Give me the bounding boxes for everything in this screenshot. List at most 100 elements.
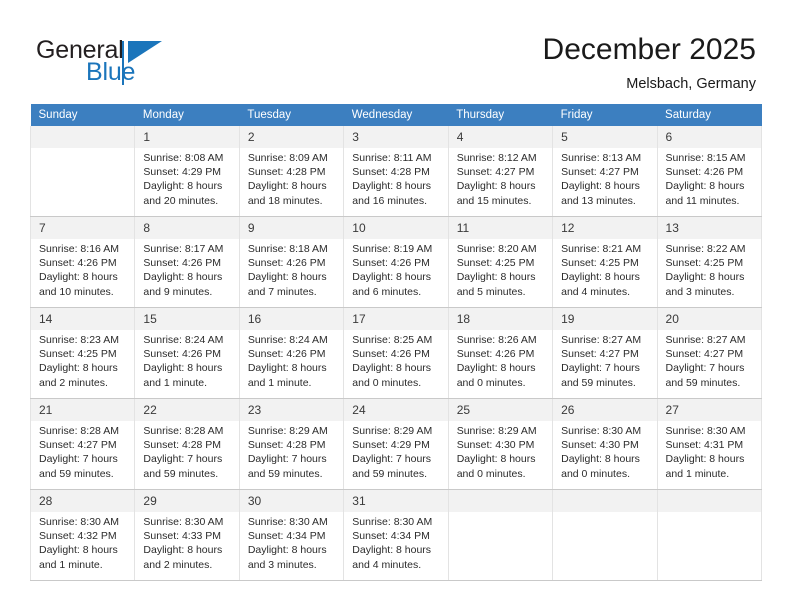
day-info: Sunrise: 8:30 AM Sunset: 4:34 PM Dayligh… xyxy=(240,512,343,572)
day-cell[interactable]: 29 Sunrise: 8:30 AM Sunset: 4:33 PM Dayl… xyxy=(134,489,240,581)
day-number: 12 xyxy=(553,217,657,239)
sunset-text: Sunset: 4:25 PM xyxy=(665,257,744,270)
day-cell[interactable]: 9 Sunrise: 8:18 AM Sunset: 4:26 PM Dayli… xyxy=(238,216,345,308)
day-number xyxy=(31,126,135,148)
day-number: 5 xyxy=(553,126,657,148)
day-cell[interactable]: 11 Sunrise: 8:20 AM Sunset: 4:25 PM Dayl… xyxy=(447,216,554,308)
daylight-text-line1: Daylight: 8 hours xyxy=(143,180,223,193)
day-cell[interactable] xyxy=(447,489,554,581)
day-cell[interactable]: 6 Sunrise: 8:15 AM Sunset: 4:26 PM Dayli… xyxy=(656,126,763,217)
day-cell[interactable]: 3 Sunrise: 8:11 AM Sunset: 4:28 PM Dayli… xyxy=(343,126,449,217)
day-info xyxy=(31,148,134,151)
day-cell[interactable] xyxy=(656,489,763,581)
day-cell[interactable]: 8 Sunrise: 8:17 AM Sunset: 4:26 PM Dayli… xyxy=(134,216,240,308)
sunrise-text: Sunrise: 8:19 AM xyxy=(352,243,433,255)
sunrise-text: Sunrise: 8:30 AM xyxy=(143,516,224,528)
daylight-text-line2: and 9 minutes. xyxy=(143,285,213,298)
daylight-text-line2: and 2 minutes. xyxy=(39,376,108,389)
day-info: Sunrise: 8:21 AM Sunset: 4:25 PM Dayligh… xyxy=(553,239,656,299)
day-cell[interactable]: 18 Sunrise: 8:26 AM Sunset: 4:26 PM Dayl… xyxy=(447,307,554,399)
day-cell[interactable]: 2 Sunrise: 8:09 AM Sunset: 4:28 PM Dayli… xyxy=(238,126,345,217)
day-cell[interactable]: 17 Sunrise: 8:25 AM Sunset: 4:26 PM Dayl… xyxy=(343,307,449,399)
day-info: Sunrise: 8:18 AM Sunset: 4:26 PM Dayligh… xyxy=(240,239,343,299)
day-number: 21 xyxy=(31,399,135,421)
day-cell[interactable]: 12 Sunrise: 8:21 AM Sunset: 4:25 PM Dayl… xyxy=(552,216,658,308)
daylight-text-line2: and 2 minutes. xyxy=(143,558,213,571)
day-cell[interactable]: 30 Sunrise: 8:30 AM Sunset: 4:34 PM Dayl… xyxy=(238,489,345,581)
sunrise-text: Sunrise: 8:25 AM xyxy=(352,334,433,346)
sunset-text: Sunset: 4:27 PM xyxy=(665,348,744,361)
daylight-text-line1: Daylight: 7 hours xyxy=(143,453,223,466)
daylight-text-line1: Daylight: 8 hours xyxy=(352,180,432,193)
calendar-week-row: 7 Sunrise: 8:16 AM Sunset: 4:26 PM Dayli… xyxy=(29,216,763,308)
daylight-text-line2: and 6 minutes. xyxy=(352,285,422,298)
day-cell[interactable]: 10 Sunrise: 8:19 AM Sunset: 4:26 PM Dayl… xyxy=(343,216,449,308)
sunset-text: Sunset: 4:27 PM xyxy=(39,439,117,452)
day-cell[interactable]: 5 Sunrise: 8:13 AM Sunset: 4:27 PM Dayli… xyxy=(552,126,658,217)
day-cell[interactable]: 7 Sunrise: 8:16 AM Sunset: 4:26 PM Dayli… xyxy=(29,216,136,308)
day-cell[interactable]: 27 Sunrise: 8:30 AM Sunset: 4:31 PM Dayl… xyxy=(656,398,763,490)
day-info: Sunrise: 8:13 AM Sunset: 4:27 PM Dayligh… xyxy=(553,148,656,208)
weekday-header-wednesday: Wednesday xyxy=(343,104,449,126)
day-cell[interactable]: 15 Sunrise: 8:24 AM Sunset: 4:26 PM Dayl… xyxy=(134,307,240,399)
day-info: Sunrise: 8:11 AM Sunset: 4:28 PM Dayligh… xyxy=(344,148,447,208)
daylight-text-line1: Daylight: 7 hours xyxy=(561,362,640,375)
sunrise-text: Sunrise: 8:30 AM xyxy=(247,516,328,528)
day-number: 28 xyxy=(31,490,135,512)
daylight-text-line1: Daylight: 8 hours xyxy=(456,180,536,193)
daylight-text-line2: and 0 minutes. xyxy=(456,467,526,480)
daylight-text-line1: Daylight: 8 hours xyxy=(456,362,536,375)
weekday-header-saturday: Saturday xyxy=(657,104,762,126)
day-cell[interactable] xyxy=(552,489,658,581)
day-cell[interactable]: 16 Sunrise: 8:24 AM Sunset: 4:26 PM Dayl… xyxy=(238,307,345,399)
day-info: Sunrise: 8:08 AM Sunset: 4:29 PM Dayligh… xyxy=(135,148,238,208)
day-cell[interactable]: 1 Sunrise: 8:08 AM Sunset: 4:29 PM Dayli… xyxy=(134,126,240,217)
day-info: Sunrise: 8:20 AM Sunset: 4:25 PM Dayligh… xyxy=(449,239,552,299)
daylight-text-line2: and 18 minutes. xyxy=(247,194,323,207)
day-cell[interactable] xyxy=(29,126,136,217)
day-cell[interactable]: 23 Sunrise: 8:29 AM Sunset: 4:28 PM Dayl… xyxy=(238,398,345,490)
calendar-grid: Sunday Monday Tuesday Wednesday Thursday… xyxy=(29,104,763,581)
daylight-text-line2: and 16 minutes. xyxy=(352,194,427,207)
day-cell[interactable]: 25 Sunrise: 8:29 AM Sunset: 4:30 PM Dayl… xyxy=(447,398,554,490)
day-info: Sunrise: 8:28 AM Sunset: 4:27 PM Dayligh… xyxy=(31,421,134,481)
day-number xyxy=(657,490,761,512)
daylight-text-line1: Daylight: 8 hours xyxy=(247,180,327,193)
day-number: 1 xyxy=(135,126,239,148)
day-cell[interactable]: 22 Sunrise: 8:28 AM Sunset: 4:28 PM Dayl… xyxy=(134,398,240,490)
day-info: Sunrise: 8:16 AM Sunset: 4:26 PM Dayligh… xyxy=(31,239,134,299)
calendar-header-row: Sunday Monday Tuesday Wednesday Thursday… xyxy=(30,104,762,126)
daylight-text-line1: Daylight: 8 hours xyxy=(456,453,536,466)
daylight-text-line1: Daylight: 8 hours xyxy=(456,271,536,284)
day-cell[interactable]: 14 Sunrise: 8:23 AM Sunset: 4:25 PM Dayl… xyxy=(29,307,136,399)
day-cell[interactable]: 13 Sunrise: 8:22 AM Sunset: 4:25 PM Dayl… xyxy=(656,216,763,308)
day-cell[interactable]: 28 Sunrise: 8:30 AM Sunset: 4:32 PM Dayl… xyxy=(29,489,136,581)
daylight-text-line2: and 7 minutes. xyxy=(247,285,317,298)
day-info: Sunrise: 8:25 AM Sunset: 4:26 PM Dayligh… xyxy=(344,330,447,390)
day-cell[interactable]: 21 Sunrise: 8:28 AM Sunset: 4:27 PM Dayl… xyxy=(29,398,136,490)
sunrise-text: Sunrise: 8:23 AM xyxy=(39,334,119,346)
daylight-text-line2: and 4 minutes. xyxy=(561,285,630,298)
daylight-text-line2: and 20 minutes. xyxy=(143,194,219,207)
sunrise-text: Sunrise: 8:30 AM xyxy=(665,425,746,437)
daylight-text-line2: and 1 minute. xyxy=(39,558,103,571)
daylight-text-line1: Daylight: 8 hours xyxy=(247,271,327,284)
sunset-text: Sunset: 4:31 PM xyxy=(665,439,744,452)
day-cell[interactable]: 4 Sunrise: 8:12 AM Sunset: 4:27 PM Dayli… xyxy=(447,126,554,217)
day-cell[interactable]: 19 Sunrise: 8:27 AM Sunset: 4:27 PM Dayl… xyxy=(552,307,658,399)
day-info xyxy=(658,512,761,515)
day-cell[interactable]: 31 Sunrise: 8:30 AM Sunset: 4:34 PM Dayl… xyxy=(343,489,449,581)
sunrise-text: Sunrise: 8:15 AM xyxy=(665,152,746,164)
daylight-text-line1: Daylight: 8 hours xyxy=(39,362,118,375)
day-cell[interactable]: 26 Sunrise: 8:30 AM Sunset: 4:30 PM Dayl… xyxy=(552,398,658,490)
day-cell[interactable]: 24 Sunrise: 8:29 AM Sunset: 4:29 PM Dayl… xyxy=(343,398,449,490)
sunset-text: Sunset: 4:27 PM xyxy=(456,166,535,179)
sunset-text: Sunset: 4:28 PM xyxy=(143,439,222,452)
sunset-text: Sunset: 4:29 PM xyxy=(143,166,222,179)
day-cell[interactable]: 20 Sunrise: 8:27 AM Sunset: 4:27 PM Dayl… xyxy=(656,307,763,399)
sunrise-text: Sunrise: 8:18 AM xyxy=(247,243,328,255)
daylight-text-line1: Daylight: 7 hours xyxy=(352,453,432,466)
calendar-week-row: 28 Sunrise: 8:30 AM Sunset: 4:32 PM Dayl… xyxy=(29,489,763,581)
sunset-text: Sunset: 4:26 PM xyxy=(456,348,535,361)
day-number: 29 xyxy=(135,490,239,512)
